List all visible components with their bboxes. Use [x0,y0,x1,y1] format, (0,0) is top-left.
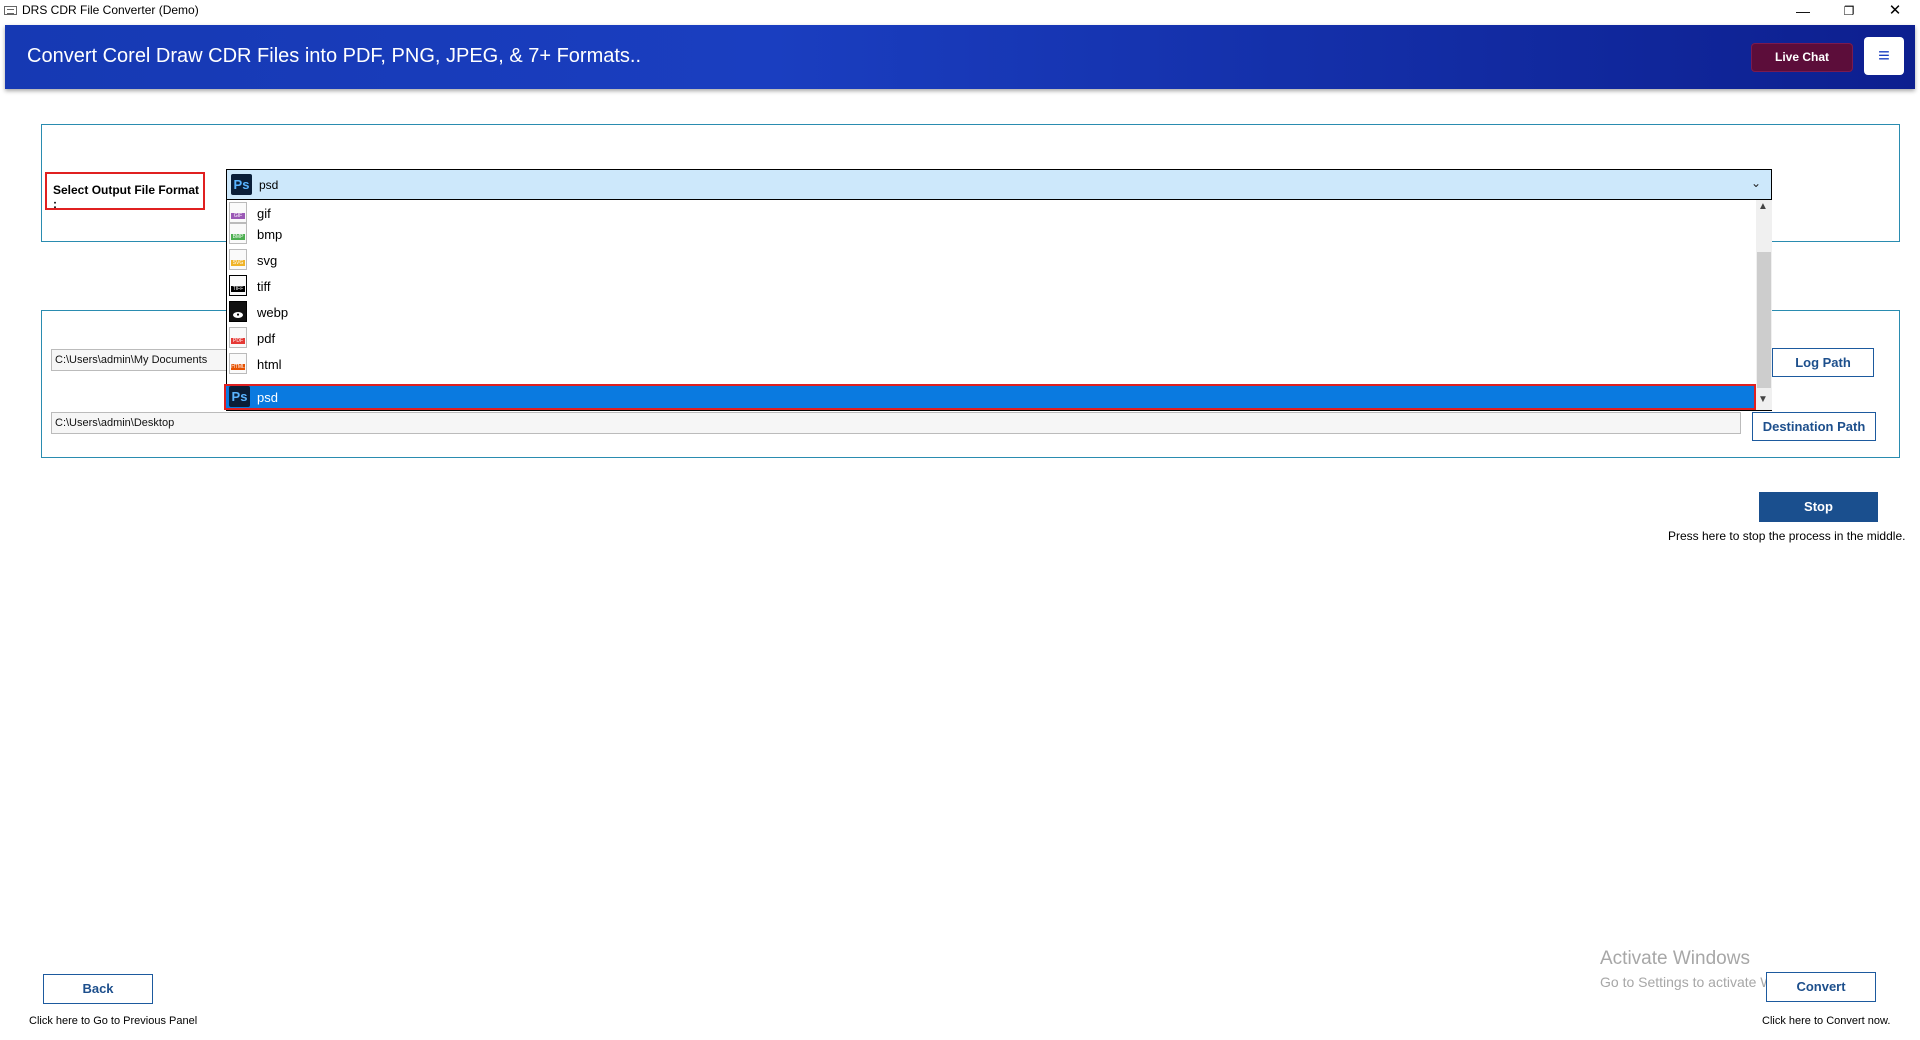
header-title: Convert Corel Draw CDR Files into PDF, P… [27,45,642,67]
format-option-webp[interactable]: ● webp [227,299,1755,325]
scroll-down-icon[interactable]: ▼ [1758,394,1768,405]
gif-file-icon: GIF [229,202,247,223]
bmp-file-icon: BMP [229,223,247,244]
format-option-svg[interactable]: SVG svg [227,247,1755,273]
webp-file-icon: ● [229,301,247,322]
dropdown-scrollbar[interactable]: ▲ ▼ [1756,200,1772,410]
minimize-icon[interactable]: — [1780,0,1826,22]
hamburger-menu-icon[interactable]: ≡ [1864,37,1904,75]
format-option-label: tiff [257,279,271,294]
format-label: Select Output File Format : [53,183,200,211]
format-option-label: pdf [257,331,276,346]
format-dropdown-list[interactable]: GIF gif BMP bmp SVG svg TIFF tiff ● webp… [224,200,1772,411]
chevron-down-icon[interactable]: ⌄ [1751,176,1761,190]
app-icon [4,6,17,15]
format-option-label: psd [257,390,278,405]
destination-path-input[interactable]: C:\Users\admin\Desktop [51,412,1741,434]
format-option-label: bmp [257,227,283,242]
maximize-icon[interactable]: ❐ [1826,0,1872,22]
output-format-value: psd [259,178,279,192]
output-format-select[interactable]: Ps psd ⌄ [226,169,1772,200]
format-option-tiff[interactable]: TIFF tiff [227,273,1755,299]
activate-windows-title: Activate Windows [1600,948,1750,969]
format-label-box: Select Output File Format : [45,172,205,211]
scrollbar-thumb[interactable] [1757,252,1771,388]
format-option-label: gif [257,206,271,221]
destination-path-button[interactable]: Destination Path [1752,412,1876,441]
live-chat-button[interactable]: Live Chat [1751,43,1853,72]
svg-file-icon: SVG [229,249,247,270]
format-option-label: webp [257,305,289,320]
stop-hint: Press here to stop the process in the mi… [1668,529,1906,543]
format-option-psd[interactable]: Ps psd [224,384,1756,410]
back-button[interactable]: Back [43,974,153,1004]
log-path-button[interactable]: Log Path [1772,348,1874,377]
back-hint: Click here to Go to Previous Panel [29,1015,198,1027]
format-option-label: html [257,357,282,372]
log-path-input[interactable]: C:\Users\admin\My Documents [51,349,227,371]
window-title: DRS CDR File Converter (Demo) [22,3,199,17]
tiff-file-icon: TIFF [229,275,247,296]
convert-button[interactable]: Convert [1766,972,1876,1002]
format-option-html[interactable]: HTML html [227,351,1755,377]
header-banner: Convert Corel Draw CDR Files into PDF, P… [5,25,1915,89]
close-icon[interactable]: ✕ [1872,0,1918,22]
html-file-icon: HTML [229,353,247,374]
photoshop-icon: Ps [231,174,252,195]
photoshop-icon: Ps [229,386,250,407]
format-option-pdf[interactable]: PDF pdf [227,325,1755,351]
format-option-label: svg [257,253,278,268]
stop-button[interactable]: Stop [1759,492,1878,522]
scroll-up-icon[interactable]: ▲ [1758,201,1768,212]
convert-hint: Click here to Convert now. [1762,1015,1891,1027]
pdf-file-icon: PDF [229,327,247,348]
format-option-bmp[interactable]: BMP bmp [227,221,1755,247]
window-title-bar: DRS CDR File Converter (Demo) — ❐ ✕ [0,0,1920,22]
